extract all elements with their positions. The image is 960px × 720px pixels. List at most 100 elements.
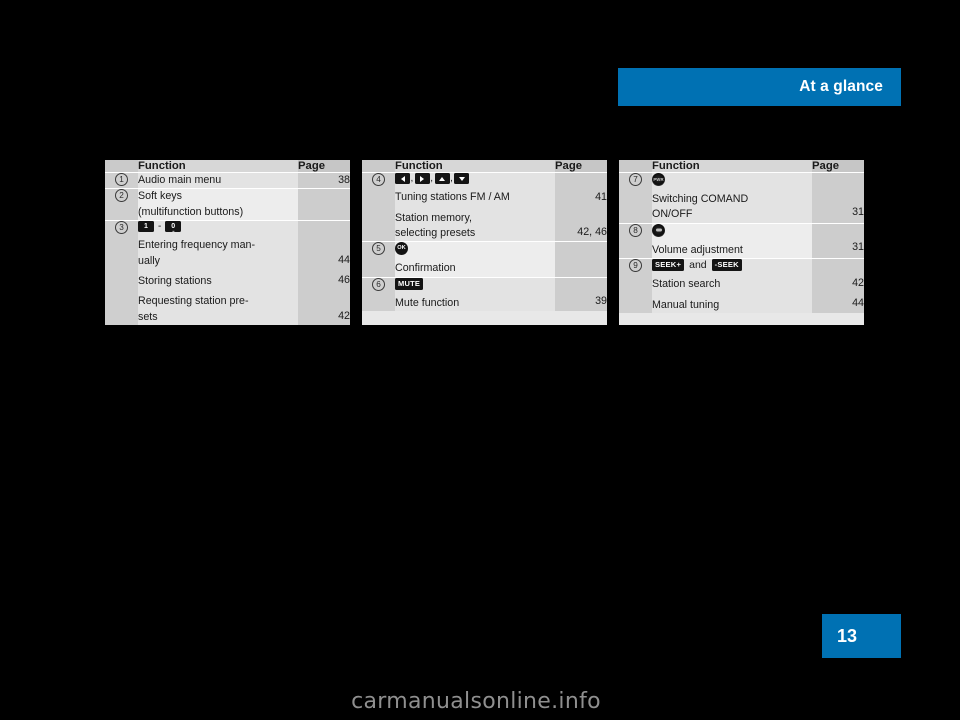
circled-number-5: 5 (372, 242, 385, 256)
function-text: Confirmation (395, 262, 456, 275)
seek-buttons-glyph-group: SEEK+ and -SEEK (652, 258, 812, 272)
row-page-cell: 44 46 42 (298, 220, 350, 325)
arrow-right-key-icon[interactable] (414, 173, 430, 184)
function-text: ually (138, 254, 160, 267)
table-row: 7 PWR Switching COMAND ON/OFF 31 (619, 172, 864, 224)
row-page-cell (298, 188, 350, 221)
volume-knob-icon[interactable] (652, 223, 665, 237)
page-ref: 42 (852, 276, 864, 289)
column-header-index (105, 160, 138, 173)
watermark: carmanualsonline.info (351, 689, 601, 714)
power-knob-glyph: PWR (652, 173, 812, 186)
function-text: Manual tuning (652, 298, 720, 311)
circled-number-9: 9 (629, 258, 642, 272)
page-title: At a glance (799, 78, 883, 95)
row-function-cell: OK Confirmation (395, 241, 555, 278)
column-header-function: Function (652, 160, 812, 173)
page-ref: 44 (338, 254, 350, 267)
column-header-function: Function (138, 160, 298, 173)
table-row: 3 1-0 ⎵ Entering frequency man- ually Sto… (105, 220, 350, 325)
page-number: 13 (837, 625, 858, 646)
page-ref: 44 (852, 297, 864, 310)
function-text: ON/OFF (652, 208, 693, 221)
function-text: Entering frequency man- (138, 239, 256, 252)
mute-button-icon[interactable]: MUTE (395, 277, 424, 291)
row-index-cell: 9 (619, 258, 652, 314)
power-knob-label: PWR (653, 177, 664, 182)
arrow-keys-glyph-group: ,,, (395, 173, 555, 184)
manual-page: At a glance Function Page 1 Audio main m… (0, 0, 960, 720)
row-index-cell: 7 (619, 172, 652, 224)
numeric-keypad-range-glyph: 1-0 ⎵ (138, 220, 298, 233)
function-text: selecting presets (395, 226, 476, 239)
range-dash: - (158, 221, 162, 233)
column-header-page: Page (298, 160, 350, 173)
circled-number-7: 7 (629, 173, 642, 186)
function-text: Mute function (395, 297, 460, 310)
page-ref (298, 189, 350, 203)
glyph-separator: , (430, 173, 434, 185)
function-text: Tuning stations FM / AM (395, 191, 510, 204)
row-page-cell: 42 44 (812, 258, 864, 314)
function-text: Station memory, (395, 211, 473, 224)
glyph-separator: , (410, 173, 414, 185)
function-text: Volume adjustment (652, 243, 743, 256)
row-page-cell: 41 42, 46 (555, 172, 607, 243)
section-header-banner: At a glance (618, 68, 901, 106)
circled-number-1: 1 (115, 173, 128, 186)
table-row: 4 ,,, Tuning stations FM / AM Station me… (362, 172, 607, 243)
table-row: 2 Soft keys (multifunction buttons) (105, 188, 350, 221)
table-row: 5 OK Confirmation (362, 241, 607, 278)
number-key-1-icon[interactable]: 1 (138, 220, 154, 232)
number-key-0-icon[interactable]: 0 ⎵ (165, 220, 182, 232)
column-header-page: Page (812, 160, 864, 173)
space-bar-sub-icon: ⎵ (172, 226, 175, 232)
column-header-index (362, 160, 395, 173)
row-page-cell: 31 (812, 223, 864, 259)
column-header-function: Function (395, 160, 555, 173)
control-table-2: Function Page 4 ,,, Tuning stations FM /… (362, 160, 607, 325)
page-ref: 42, 46 (577, 226, 607, 239)
row-page-cell: 39 (555, 277, 607, 312)
power-knob-icon[interactable]: PWR (652, 173, 665, 186)
circled-number-3: 3 (115, 220, 128, 234)
row-function-cell: Audio main menu (138, 172, 298, 190)
circled-number-6: 6 (372, 277, 385, 291)
function-text: Station search (652, 278, 721, 291)
glyph-separator: , (450, 173, 453, 185)
arrow-down-key-icon[interactable] (454, 173, 470, 184)
row-index-cell: 2 (105, 188, 138, 221)
arrow-up-key-icon[interactable] (434, 173, 450, 184)
table-header-row: Function Page (619, 160, 864, 173)
row-index-cell: 1 (105, 172, 138, 190)
control-table-3: Function Page 7 PWR Switching COMAND ON/… (619, 160, 864, 325)
function-text: Requesting station pre- (138, 295, 249, 308)
control-table-1: Function Page 1 Audio main menu 38 2 Sof… (105, 160, 350, 325)
table-row: 8 Volume adjustment 31 (619, 223, 864, 259)
row-page-cell: 38 (298, 172, 350, 190)
table-row: 6 MUTE Mute function 39 (362, 277, 607, 312)
table-row: 9 SEEK+ and -SEEK Station search Manual tu… (619, 258, 864, 314)
table-row: 1 Audio main menu 38 (105, 172, 350, 190)
row-index-cell: 6 (362, 277, 395, 312)
function-text: Audio main menu (138, 174, 222, 186)
row-index-cell: 4 (362, 172, 395, 243)
row-function-cell: SEEK+ and -SEEK Station search Manual tuni… (652, 258, 812, 314)
arrow-left-key-icon[interactable] (395, 173, 410, 184)
row-page-cell: 31 (812, 172, 864, 224)
row-index-cell: 5 (362, 241, 395, 278)
ok-button-icon[interactable]: OK (395, 242, 408, 256)
page-ref: 39 (595, 295, 607, 308)
row-function-cell: PWR Switching COMAND ON/OFF (652, 172, 812, 224)
page-number-box: 13 (822, 614, 901, 658)
row-function-cell: 1-0 ⎵ Entering frequency man- ually Stori… (138, 220, 298, 325)
table-header-row: Function Page (105, 160, 350, 173)
circled-number-8: 8 (629, 223, 642, 237)
page-ref: 41 (595, 190, 607, 203)
seek-forward-button-icon[interactable]: SEEK+ (652, 258, 685, 272)
page-ref: 31 (852, 206, 864, 219)
volume-knob-glyph (652, 223, 812, 237)
page-ref: 46 (338, 274, 350, 287)
seek-backward-button-icon[interactable]: -SEEK (711, 258, 742, 272)
row-index-cell: 3 (105, 220, 138, 325)
